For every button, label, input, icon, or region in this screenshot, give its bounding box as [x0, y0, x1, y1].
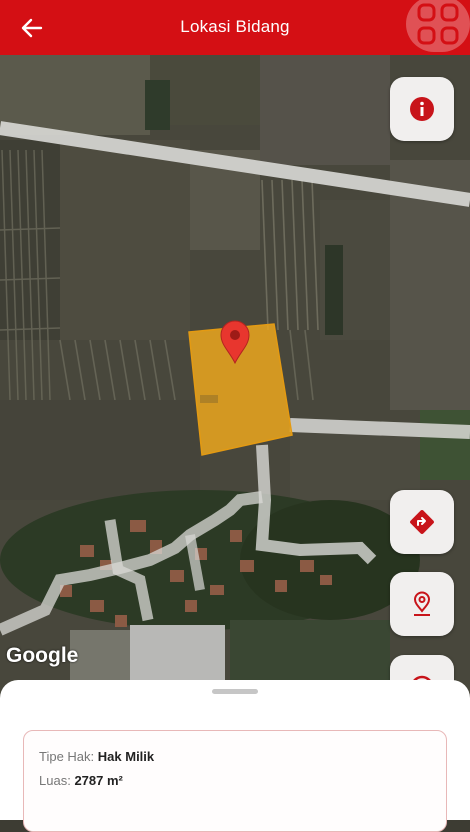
directions-button[interactable] [390, 490, 454, 554]
sheet-drag-handle[interactable] [212, 689, 258, 694]
tipe-hak-value: Hak Milik [97, 749, 155, 764]
grid-icon [417, 3, 459, 45]
tipe-hak-label: Tipe Hak: [39, 749, 95, 764]
parcel-info-card: Tipe Hak: Hak Milik Luas: 2787 m² [23, 730, 447, 832]
location-pin-icon [413, 591, 431, 616]
info-icon [410, 97, 434, 121]
menu-button[interactable] [406, 0, 470, 52]
details-sheet[interactable]: Tipe Hak: Hak Milik Luas: 2787 m² [0, 680, 470, 832]
tipe-hak-row: Tipe Hak: Hak Milik [39, 749, 154, 764]
app-bar: Lokasi Bidang [0, 0, 470, 55]
map-pin-icon[interactable] [219, 319, 251, 365]
luas-value: 2787 m² [74, 773, 123, 788]
directions-icon [410, 510, 434, 534]
page-title: Lokasi Bidang [180, 17, 290, 36]
info-button[interactable] [390, 77, 454, 141]
google-logo: Google [6, 644, 79, 667]
luas-row: Luas: 2787 m² [39, 773, 123, 788]
luas-label: Luas: [39, 773, 71, 788]
location-button[interactable] [390, 572, 454, 636]
